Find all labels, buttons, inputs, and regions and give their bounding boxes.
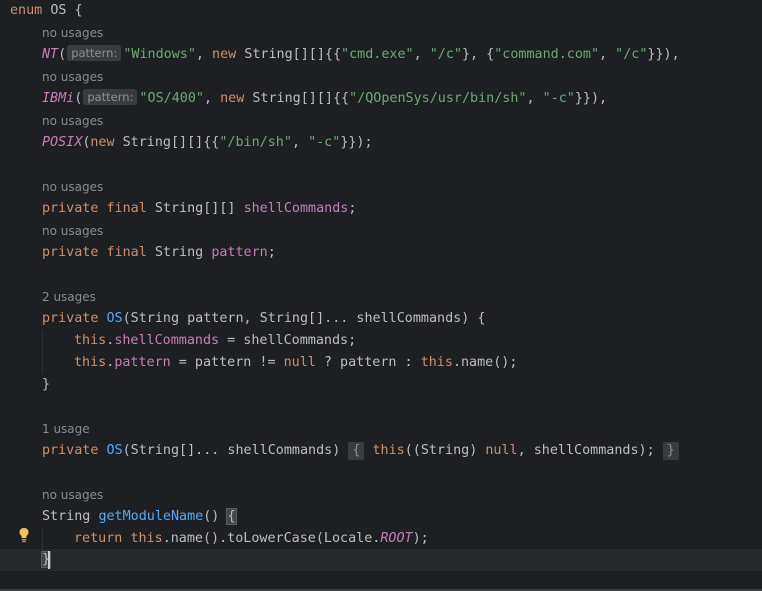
code-line-close-brace[interactable]: }	[42, 374, 50, 396]
keyword-new: new	[220, 91, 245, 106]
field-pattern: pattern	[211, 245, 268, 260]
enum-constant-posix: POSIX	[42, 135, 83, 150]
current-line-highlight	[0, 549, 762, 571]
string-literal: "OS/400"	[139, 91, 204, 106]
code-line-constructor-2[interactable]: private OS(String[]... shellCommands) { …	[42, 440, 679, 462]
code-line-constructor[interactable]: private OS(String pattern, String[]... s…	[42, 308, 485, 330]
enum-constant-nt: NT	[42, 47, 59, 62]
code-line-enum[interactable]: enum OS {	[10, 0, 83, 22]
parameter-hint-pattern: pattern:	[83, 89, 138, 105]
keyword-this: this	[420, 355, 453, 370]
indent-guide	[42, 330, 43, 374]
code-line-posix[interactable]: POSIX(new String[][]{{"/bin/sh", "-c"}})…	[42, 132, 373, 154]
keyword-null: null	[283, 355, 316, 370]
usages-hint[interactable]: 2 usages	[42, 286, 96, 308]
folded-brace-close[interactable]: }	[662, 442, 679, 460]
keyword-this: this	[74, 355, 107, 370]
folded-brace-open[interactable]: {	[348, 442, 365, 460]
keyword-final: final	[106, 201, 147, 216]
constructor-name: OS	[106, 443, 123, 458]
usages-hint[interactable]: no usages	[42, 176, 103, 198]
string-literal: "Windows"	[123, 47, 196, 62]
brace-open: {	[66, 3, 83, 18]
keyword-new: new	[212, 47, 237, 62]
keyword-private: private	[42, 245, 99, 260]
code-line-assign-pattern[interactable]: this.pattern = pattern != null ? pattern…	[74, 352, 517, 374]
keyword-enum: enum	[10, 3, 43, 18]
code-line-assign-shellcommands[interactable]: this.shellCommands = shellCommands;	[74, 330, 356, 352]
field-shellcommands: shellCommands	[243, 201, 349, 216]
parameter-hint-pattern: pattern:	[67, 45, 122, 61]
code-line-field-shellcommands[interactable]: private final String[][] shellCommands;	[42, 198, 356, 220]
usages-hint[interactable]: 1 usage	[42, 418, 90, 440]
field-shellcommands: shellCommands	[114, 333, 220, 348]
text-caret	[48, 551, 50, 569]
string-literal: "/c"	[615, 47, 648, 62]
usages-hint[interactable]: no usages	[42, 220, 103, 242]
string-literal: "/QOpenSys/usr/bin/sh"	[349, 91, 527, 106]
usages-hint[interactable]: no usages	[42, 110, 103, 132]
string-literal: "/c"	[429, 47, 462, 62]
code-line-nt[interactable]: NT(pattern: "Windows", new String[][]{{"c…	[42, 44, 680, 66]
usages-hint[interactable]: no usages	[42, 484, 103, 506]
code-line-method[interactable]: String getModuleName() {	[42, 506, 237, 528]
keyword-null: null	[485, 443, 518, 458]
keyword-final: final	[106, 245, 147, 260]
usages-hint[interactable]: no usages	[42, 66, 103, 88]
string-literal: "cmd.exe"	[341, 47, 414, 62]
keyword-return: return	[74, 531, 123, 546]
string-literal: "-c"	[308, 135, 341, 150]
string-literal: "command.com"	[494, 47, 600, 62]
string-literal: "/bin/sh"	[219, 135, 292, 150]
constructor-name: OS	[106, 311, 123, 326]
enum-name: OS	[50, 3, 67, 18]
string-literal: "-c"	[542, 91, 575, 106]
indent-guide	[42, 527, 43, 549]
constant-root: ROOT	[380, 531, 413, 546]
keyword-this: this	[130, 531, 163, 546]
usages-hint[interactable]: no usages	[42, 22, 103, 44]
code-line-field-pattern[interactable]: private final String pattern;	[42, 242, 276, 264]
code-editor[interactable]: enum OS { no usages NT(pattern: "Windows"…	[0, 0, 762, 591]
code-line-ibmi[interactable]: IBMi(pattern: "OS/400", new String[][]{{"…	[42, 88, 607, 110]
code-line-return[interactable]: return this.name().toLowerCase(Locale.RO…	[74, 528, 429, 550]
matched-brace-open: {	[226, 508, 237, 525]
keyword-this: this	[372, 443, 405, 458]
field-pattern: pattern	[114, 355, 171, 370]
method-getmodulename: getModuleName	[98, 509, 204, 524]
keyword-new: new	[90, 135, 115, 150]
keyword-private: private	[42, 311, 99, 326]
keyword-private: private	[42, 201, 99, 216]
lightbulb-icon[interactable]	[18, 527, 30, 543]
keyword-this: this	[74, 333, 107, 348]
keyword-private: private	[42, 443, 99, 458]
enum-constant-ibmi: IBMi	[42, 91, 75, 106]
